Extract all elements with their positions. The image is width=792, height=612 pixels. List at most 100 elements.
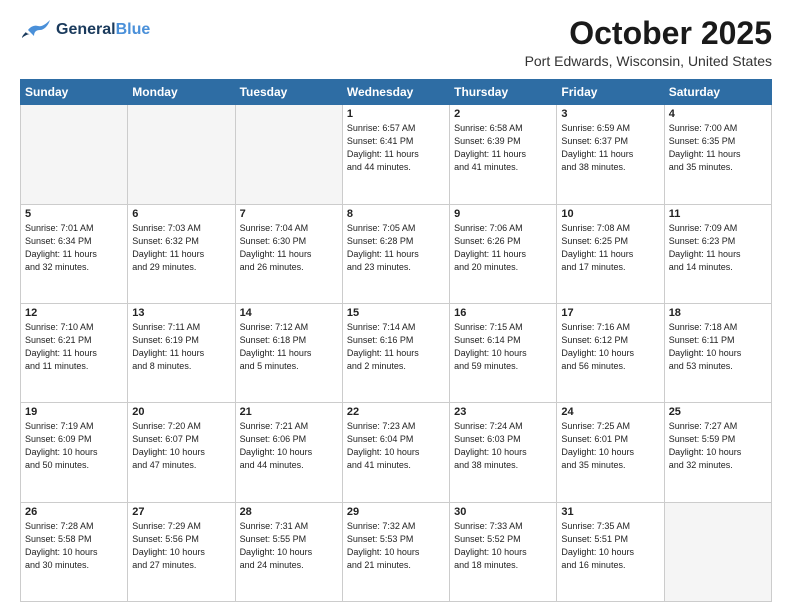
- col-header-friday: Friday: [557, 80, 664, 105]
- day-info: Sunrise: 7:06 AM Sunset: 6:26 PM Dayligh…: [454, 222, 552, 274]
- calendar-cell: 24 Sunrise: 7:25 AM Sunset: 6:01 PM Dayli…: [557, 403, 664, 502]
- day-info: Sunrise: 7:28 AM Sunset: 5:58 PM Dayligh…: [25, 520, 123, 572]
- calendar-cell: 13Sunrise: 7:11 AM Sunset: 6:19 PM Dayli…: [128, 303, 235, 402]
- calendar-cell: 3 Sunrise: 6:59 AM Sunset: 6:37 PM Daylig…: [557, 105, 664, 204]
- day-info: Sunrise: 7:23 AM Sunset: 6:04 PM Dayligh…: [347, 420, 445, 472]
- calendar-cell: 27Sunrise: 7:29 AM Sunset: 5:56 PM Dayli…: [128, 502, 235, 601]
- location: Port Edwards, Wisconsin, United States: [525, 53, 772, 69]
- day-info: Sunrise: 7:05 AM Sunset: 6:28 PM Dayligh…: [347, 222, 445, 274]
- day-number: 14: [240, 307, 338, 319]
- day-info: Sunrise: 7:35 AM Sunset: 5:51 PM Dayligh…: [561, 520, 659, 572]
- day-info: Sunrise: 7:04 AM Sunset: 6:30 PM Dayligh…: [240, 222, 338, 274]
- calendar-cell: 20Sunrise: 7:20 AM Sunset: 6:07 PM Dayli…: [128, 403, 235, 502]
- day-info: Sunrise: 7:31 AM Sunset: 5:55 PM Dayligh…: [240, 520, 338, 572]
- day-number: 3: [561, 108, 659, 120]
- day-info: Sunrise: 7:01 AM Sunset: 6:34 PM Dayligh…: [25, 222, 123, 274]
- week-row-0: 1 Sunrise: 6:57 AM Sunset: 6:41 PM Daylig…: [21, 105, 772, 204]
- col-header-wednesday: Wednesday: [342, 80, 449, 105]
- calendar-cell: 31 Sunrise: 7:35 AM Sunset: 5:51 PM Dayli…: [557, 502, 664, 601]
- day-number: 23: [454, 406, 552, 418]
- day-number: 22: [347, 406, 445, 418]
- day-number: 9: [454, 208, 552, 220]
- day-info: Sunrise: 7:33 AM Sunset: 5:52 PM Dayligh…: [454, 520, 552, 572]
- day-info: Sunrise: 7:08 AM Sunset: 6:25 PM Dayligh…: [561, 222, 659, 274]
- day-info: Sunrise: 7:12 AM Sunset: 6:18 PM Dayligh…: [240, 321, 338, 373]
- calendar-header-row: SundayMondayTuesdayWednesdayThursdayFrid…: [21, 80, 772, 105]
- month-title: October 2025: [525, 16, 772, 51]
- day-number: 29: [347, 506, 445, 518]
- calendar-cell: 12 Sunrise: 7:10 AM Sunset: 6:21 PM Dayli…: [21, 303, 128, 402]
- calendar-cell: 9 Sunrise: 7:06 AM Sunset: 6:26 PM Daylig…: [450, 204, 557, 303]
- day-number: 20: [132, 406, 230, 418]
- day-info: Sunrise: 7:29 AM Sunset: 5:56 PM Dayligh…: [132, 520, 230, 572]
- day-info: Sunrise: 7:27 AM Sunset: 5:59 PM Dayligh…: [669, 420, 767, 472]
- calendar-cell: 5Sunrise: 7:01 AM Sunset: 6:34 PM Daylig…: [21, 204, 128, 303]
- calendar-cell: 4 Sunrise: 7:00 AM Sunset: 6:35 PM Daylig…: [664, 105, 771, 204]
- calendar-cell: 16Sunrise: 7:15 AM Sunset: 6:14 PM Dayli…: [450, 303, 557, 402]
- calendar-cell: [235, 105, 342, 204]
- day-info: Sunrise: 7:00 AM Sunset: 6:35 PM Dayligh…: [669, 122, 767, 174]
- day-number: 11: [669, 208, 767, 220]
- week-row-3: 19 Sunrise: 7:19 AM Sunset: 6:09 PM Dayli…: [21, 403, 772, 502]
- logo: GeneralBlue: [20, 16, 150, 44]
- calendar-cell: 2Sunrise: 6:58 AM Sunset: 6:39 PM Daylig…: [450, 105, 557, 204]
- day-info: Sunrise: 7:19 AM Sunset: 6:09 PM Dayligh…: [25, 420, 123, 472]
- day-info: Sunrise: 7:16 AM Sunset: 6:12 PM Dayligh…: [561, 321, 659, 373]
- day-number: 21: [240, 406, 338, 418]
- col-header-thursday: Thursday: [450, 80, 557, 105]
- calendar-cell: 8 Sunrise: 7:05 AM Sunset: 6:28 PM Daylig…: [342, 204, 449, 303]
- day-info: Sunrise: 7:10 AM Sunset: 6:21 PM Dayligh…: [25, 321, 123, 373]
- calendar-cell: 7 Sunrise: 7:04 AM Sunset: 6:30 PM Daylig…: [235, 204, 342, 303]
- calendar-cell: 30 Sunrise: 7:33 AM Sunset: 5:52 PM Dayli…: [450, 502, 557, 601]
- week-row-1: 5Sunrise: 7:01 AM Sunset: 6:34 PM Daylig…: [21, 204, 772, 303]
- day-number: 4: [669, 108, 767, 120]
- calendar-cell: 10 Sunrise: 7:08 AM Sunset: 6:25 PM Dayli…: [557, 204, 664, 303]
- day-info: Sunrise: 7:21 AM Sunset: 6:06 PM Dayligh…: [240, 420, 338, 472]
- day-info: Sunrise: 7:24 AM Sunset: 6:03 PM Dayligh…: [454, 420, 552, 472]
- day-info: Sunrise: 7:15 AM Sunset: 6:14 PM Dayligh…: [454, 321, 552, 373]
- calendar-cell: 23 Sunrise: 7:24 AM Sunset: 6:03 PM Dayli…: [450, 403, 557, 502]
- day-number: 8: [347, 208, 445, 220]
- day-number: 6: [132, 208, 230, 220]
- day-info: Sunrise: 6:57 AM Sunset: 6:41 PM Dayligh…: [347, 122, 445, 174]
- calendar-cell: 19 Sunrise: 7:19 AM Sunset: 6:09 PM Dayli…: [21, 403, 128, 502]
- day-number: 15: [347, 307, 445, 319]
- calendar-cell: [128, 105, 235, 204]
- calendar-cell: 6 Sunrise: 7:03 AM Sunset: 6:32 PM Daylig…: [128, 204, 235, 303]
- col-header-monday: Monday: [128, 80, 235, 105]
- day-info: Sunrise: 7:09 AM Sunset: 6:23 PM Dayligh…: [669, 222, 767, 274]
- day-number: 7: [240, 208, 338, 220]
- logo-text: GeneralBlue: [56, 21, 150, 39]
- calendar-table: SundayMondayTuesdayWednesdayThursdayFrid…: [20, 79, 772, 602]
- day-info: Sunrise: 7:25 AM Sunset: 6:01 PM Dayligh…: [561, 420, 659, 472]
- day-number: 28: [240, 506, 338, 518]
- day-number: 19: [25, 406, 123, 418]
- day-number: 10: [561, 208, 659, 220]
- day-number: 30: [454, 506, 552, 518]
- day-info: Sunrise: 6:59 AM Sunset: 6:37 PM Dayligh…: [561, 122, 659, 174]
- calendar-cell: [21, 105, 128, 204]
- day-number: 31: [561, 506, 659, 518]
- day-number: 26: [25, 506, 123, 518]
- calendar-cell: 21 Sunrise: 7:21 AM Sunset: 6:06 PM Dayli…: [235, 403, 342, 502]
- col-header-sunday: Sunday: [21, 80, 128, 105]
- day-number: 1: [347, 108, 445, 120]
- day-number: 13: [132, 307, 230, 319]
- calendar-cell: 25Sunrise: 7:27 AM Sunset: 5:59 PM Dayli…: [664, 403, 771, 502]
- title-block: October 2025 Port Edwards, Wisconsin, Un…: [525, 16, 772, 69]
- day-info: Sunrise: 7:18 AM Sunset: 6:11 PM Dayligh…: [669, 321, 767, 373]
- day-info: Sunrise: 7:03 AM Sunset: 6:32 PM Dayligh…: [132, 222, 230, 274]
- calendar-cell: 17Sunrise: 7:16 AM Sunset: 6:12 PM Dayli…: [557, 303, 664, 402]
- day-number: 12: [25, 307, 123, 319]
- day-info: Sunrise: 7:14 AM Sunset: 6:16 PM Dayligh…: [347, 321, 445, 373]
- page: GeneralBlue October 2025 Port Edwards, W…: [0, 0, 792, 612]
- header: GeneralBlue October 2025 Port Edwards, W…: [20, 16, 772, 69]
- col-header-saturday: Saturday: [664, 80, 771, 105]
- day-number: 24: [561, 406, 659, 418]
- week-row-2: 12 Sunrise: 7:10 AM Sunset: 6:21 PM Dayli…: [21, 303, 772, 402]
- calendar-cell: 18Sunrise: 7:18 AM Sunset: 6:11 PM Dayli…: [664, 303, 771, 402]
- calendar-cell: 28 Sunrise: 7:31 AM Sunset: 5:55 PM Dayli…: [235, 502, 342, 601]
- day-info: Sunrise: 6:58 AM Sunset: 6:39 PM Dayligh…: [454, 122, 552, 174]
- logo-bird-icon: [20, 16, 52, 44]
- calendar-cell: [664, 502, 771, 601]
